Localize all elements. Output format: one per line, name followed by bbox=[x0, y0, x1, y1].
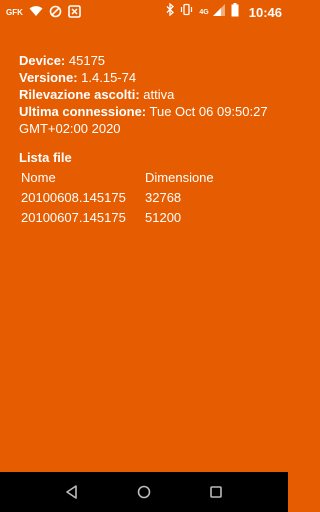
file-list-title: Lista file bbox=[19, 150, 72, 165]
version-value: 1.4.15-74 bbox=[81, 70, 137, 85]
wifi-icon bbox=[29, 5, 43, 19]
bluetooth-icon bbox=[166, 2, 175, 21]
gfk-icon: GFK bbox=[6, 7, 23, 17]
network-type-label: 4G bbox=[199, 8, 209, 16]
last-connection-row: Ultima connessione: Tue Oct 06 09:50:27 … bbox=[19, 103, 274, 137]
recents-icon[interactable] bbox=[208, 484, 224, 500]
file-size-cell: 51200 bbox=[145, 210, 182, 225]
status-time: 10:46 bbox=[248, 4, 282, 20]
device-label: Device: bbox=[19, 53, 66, 68]
listening-label: Rilevazione ascolti: bbox=[19, 87, 140, 102]
device-row: Device: 45175 bbox=[19, 52, 274, 69]
file-table-header: Nome Dimensione bbox=[21, 168, 214, 188]
vibrate-icon bbox=[180, 3, 193, 21]
table-row: 20100607.145175 51200 bbox=[21, 208, 214, 228]
table-row: 20100608.145175 32768 bbox=[21, 188, 214, 208]
listening-row: Rilevazione ascolti: attiva bbox=[19, 86, 274, 103]
status-right: 4G 10:46 bbox=[166, 2, 282, 22]
cell-signal-icon bbox=[212, 3, 225, 21]
file-size-cell: 32768 bbox=[145, 190, 182, 205]
status-bar: GFK 4G 10:46 bbox=[0, 0, 288, 24]
listening-value: attiva bbox=[143, 87, 175, 102]
back-icon[interactable] bbox=[64, 484, 80, 500]
device-value: 45175 bbox=[68, 53, 106, 68]
battery-icon bbox=[231, 2, 239, 22]
no-signal-icon bbox=[49, 5, 62, 20]
file-name-cell: 20100607.145175 bbox=[21, 210, 126, 225]
version-label: Versione: bbox=[19, 70, 78, 85]
column-header-size: Dimensione bbox=[145, 170, 214, 185]
close-box-icon bbox=[68, 4, 81, 20]
home-icon[interactable] bbox=[136, 484, 152, 500]
navigation-bar bbox=[0, 472, 288, 512]
last-connection-label: Ultima connessione: bbox=[19, 104, 147, 119]
file-name-cell: 20100608.145175 bbox=[21, 190, 126, 205]
device-info-panel: Device: 45175 Versione: 1.4.15-74 Rileva… bbox=[19, 52, 274, 228]
file-table: Nome Dimensione 20100608.145175 32768 20… bbox=[21, 168, 214, 228]
status-left: GFK bbox=[6, 4, 81, 20]
version-row: Versione: 1.4.15-74 bbox=[19, 69, 274, 86]
column-header-name: Nome bbox=[21, 170, 56, 185]
